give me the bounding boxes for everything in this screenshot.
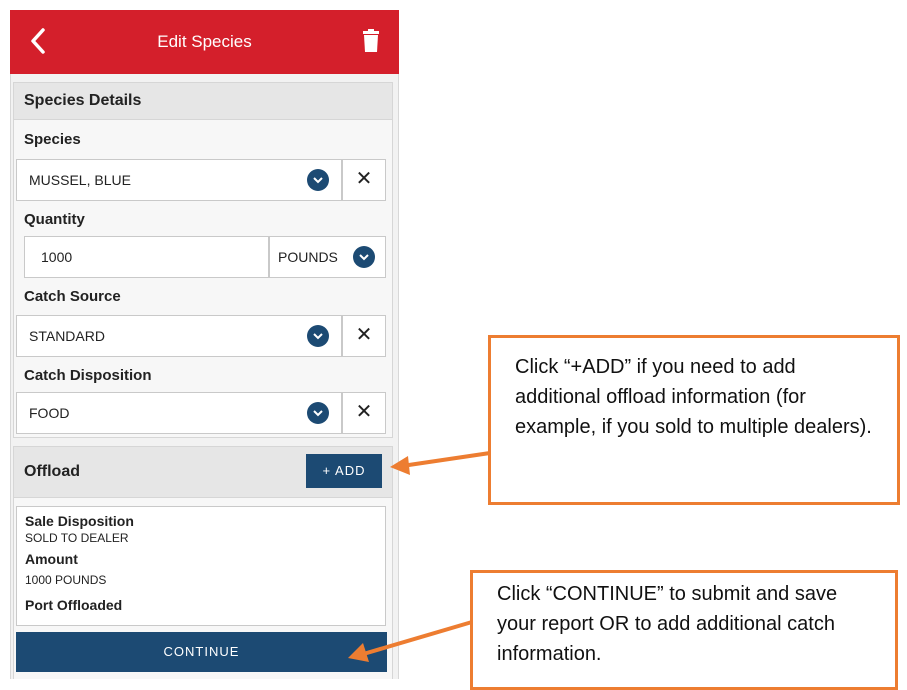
callout-arrows [348,451,491,662]
add-arrowhead [390,456,410,475]
add-arrow [401,451,491,468]
continue-arrowhead [348,643,369,662]
continue-arrow [359,620,473,657]
